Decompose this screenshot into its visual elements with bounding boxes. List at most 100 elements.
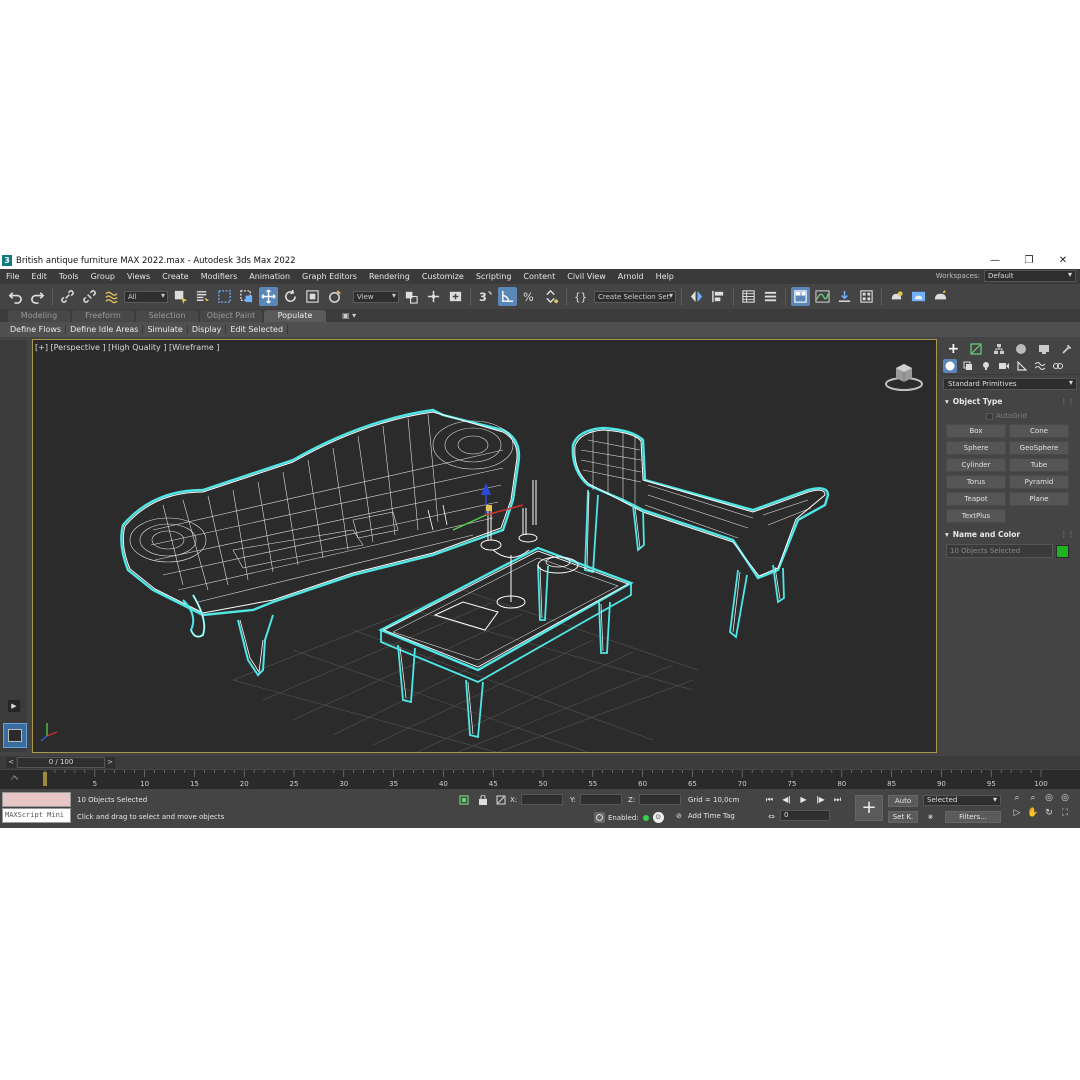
expand-viewport-layout-icon[interactable]: ▶: [8, 700, 20, 712]
x-coordinate-input[interactable]: [521, 794, 564, 805]
window-crossing-icon[interactable]: [237, 287, 256, 306]
layer-explorer-icon[interactable]: [761, 287, 780, 306]
create-tab-icon[interactable]: +: [946, 341, 960, 357]
ribbon-options-button[interactable]: ▣ ▾: [342, 311, 356, 320]
go-to-end-icon[interactable]: ⏭: [831, 794, 844, 806]
simulate-button[interactable]: Simulate: [143, 325, 188, 334]
cylinder-button[interactable]: Cylinder: [946, 458, 1006, 472]
edit-named-sets-icon[interactable]: {}: [572, 287, 591, 306]
go-to-start-icon[interactable]: ⏮: [763, 794, 776, 806]
redo-icon[interactable]: [28, 287, 47, 306]
menu-edit[interactable]: Edit: [25, 272, 53, 281]
systems-icon[interactable]: [1051, 359, 1065, 373]
field-of-view-icon[interactable]: ▷: [1009, 808, 1025, 818]
menu-modifiers[interactable]: Modifiers: [195, 272, 244, 281]
menu-rendering[interactable]: Rendering: [363, 272, 416, 281]
tab-selection[interactable]: Selection: [136, 309, 198, 322]
menu-help[interactable]: Help: [650, 272, 680, 281]
workspaces-dropdown[interactable]: Default: [984, 270, 1076, 282]
set-key-icon[interactable]: +: [855, 795, 883, 821]
current-frame-input[interactable]: 0: [780, 810, 830, 821]
trackbar[interactable]: ⁄∿ 0510152025303540455055606570758085909…: [0, 770, 1080, 789]
menu-content[interactable]: Content: [517, 272, 561, 281]
modify-tab-icon[interactable]: [969, 342, 983, 355]
render-setup-icon[interactable]: [887, 287, 906, 306]
auto-key-button[interactable]: Auto: [888, 795, 918, 807]
manipulate-icon[interactable]: [424, 287, 443, 306]
adaptive-degradation-icon[interactable]: [594, 812, 605, 823]
define-idle-areas-button[interactable]: Define Idle Areas: [66, 325, 144, 334]
previous-frame-icon[interactable]: ◀ǀ: [780, 794, 793, 806]
shapes-icon[interactable]: [961, 359, 975, 373]
cone-button[interactable]: Cone: [1009, 424, 1069, 438]
object-color-swatch[interactable]: [1056, 544, 1069, 558]
plane-button[interactable]: Plane: [1009, 492, 1069, 506]
viewcube-icon[interactable]: [884, 358, 924, 392]
render-icon[interactable]: [931, 287, 950, 306]
maximize-viewport-icon[interactable]: ⛶: [1057, 808, 1073, 818]
enabled-indicator-icon[interactable]: [642, 814, 649, 821]
align-icon[interactable]: [709, 287, 728, 306]
object-name-field[interactable]: 10 Objects Selected: [946, 544, 1053, 558]
lock-selection-icon[interactable]: [477, 794, 488, 805]
menu-group[interactable]: Group: [85, 272, 121, 281]
curve-editor-icon[interactable]: [813, 287, 832, 306]
maximize-button[interactable]: ❐: [1012, 252, 1046, 269]
scene-explorer-icon[interactable]: [739, 287, 758, 306]
zoom-extents-icon[interactable]: ◎: [1041, 793, 1057, 803]
tab-object-paint[interactable]: Object Paint: [200, 309, 262, 322]
define-flows-button[interactable]: Define Flows: [6, 325, 67, 334]
move-icon[interactable]: [259, 287, 278, 306]
placement-icon[interactable]: [325, 287, 344, 306]
tube-button[interactable]: Tube: [1009, 458, 1069, 472]
menu-civil-view[interactable]: Civil View: [561, 272, 612, 281]
menu-scripting[interactable]: Scripting: [470, 272, 518, 281]
default-in-out-tangents-icon[interactable]: ⨳: [925, 811, 936, 822]
pyramid-button[interactable]: Pyramid: [1009, 475, 1069, 489]
object-category-dropdown[interactable]: Standard Primitives: [943, 378, 1077, 390]
geosphere-button[interactable]: GeoSphere: [1009, 441, 1069, 455]
time-next-button[interactable]: >: [105, 757, 115, 768]
next-frame-icon[interactable]: ǀ▶: [814, 794, 827, 806]
torus-button[interactable]: Torus: [946, 475, 1006, 489]
autogrid-check-icon[interactable]: [986, 412, 993, 420]
menu-animation[interactable]: Animation: [243, 272, 296, 281]
perspective-viewport[interactable]: [+] [Perspective ] [High Quality ] [Wire…: [32, 339, 937, 753]
sphere-button[interactable]: Sphere: [946, 441, 1006, 455]
absolute-mode-icon[interactable]: [495, 794, 506, 805]
spacewarps-icon[interactable]: [1033, 359, 1047, 373]
box-button[interactable]: Box: [946, 424, 1006, 438]
snap-3d-icon[interactable]: 3: [476, 287, 495, 306]
rect-region-icon[interactable]: [215, 287, 234, 306]
pivot-icon[interactable]: [402, 287, 421, 306]
named-selection-dropdown[interactable]: Create Selection Set: [594, 290, 676, 303]
select-by-name-icon[interactable]: [193, 287, 212, 306]
menu-customize[interactable]: Customize: [416, 272, 470, 281]
zoom-extents-all-icon[interactable]: ◎: [1057, 793, 1073, 803]
menu-file[interactable]: File: [0, 272, 25, 281]
lights-icon[interactable]: [979, 359, 993, 373]
material-editor-icon[interactable]: [857, 287, 876, 306]
schematic-icon[interactable]: [835, 287, 854, 306]
select-object-icon[interactable]: [171, 287, 190, 306]
ribbon-icon[interactable]: [791, 287, 810, 306]
menu-views[interactable]: Views: [121, 272, 156, 281]
time-slider[interactable]: 0 / 100: [17, 757, 105, 768]
reference-coordinate-dropdown[interactable]: View: [353, 290, 399, 303]
z-coordinate-input[interactable]: [639, 794, 682, 805]
teapot-button[interactable]: Teapot: [946, 492, 1006, 506]
undo-icon[interactable]: [6, 287, 25, 306]
keyboard-shortcut-icon[interactable]: [446, 287, 465, 306]
rendered-frame-icon[interactable]: [909, 287, 928, 306]
play-icon[interactable]: ▶: [797, 794, 810, 806]
key-mode-icon[interactable]: ⇔: [766, 811, 777, 822]
maxscript-mini-field[interactable]: MAXScript Mini: [2, 808, 71, 823]
menu-create[interactable]: Create: [156, 272, 195, 281]
key-filters-button[interactable]: Filters...: [945, 811, 1001, 823]
spinner-snap-icon[interactable]: [542, 287, 561, 306]
set-key-button[interactable]: Set K.: [888, 811, 918, 823]
zoom-icon[interactable]: ⌕: [1009, 793, 1025, 803]
name-color-rollout-header[interactable]: ▾ Name and Color ⋮⋮: [943, 529, 1077, 541]
menu-graph-editors[interactable]: Graph Editors: [296, 272, 363, 281]
motion-tab-icon[interactable]: [1014, 342, 1028, 355]
